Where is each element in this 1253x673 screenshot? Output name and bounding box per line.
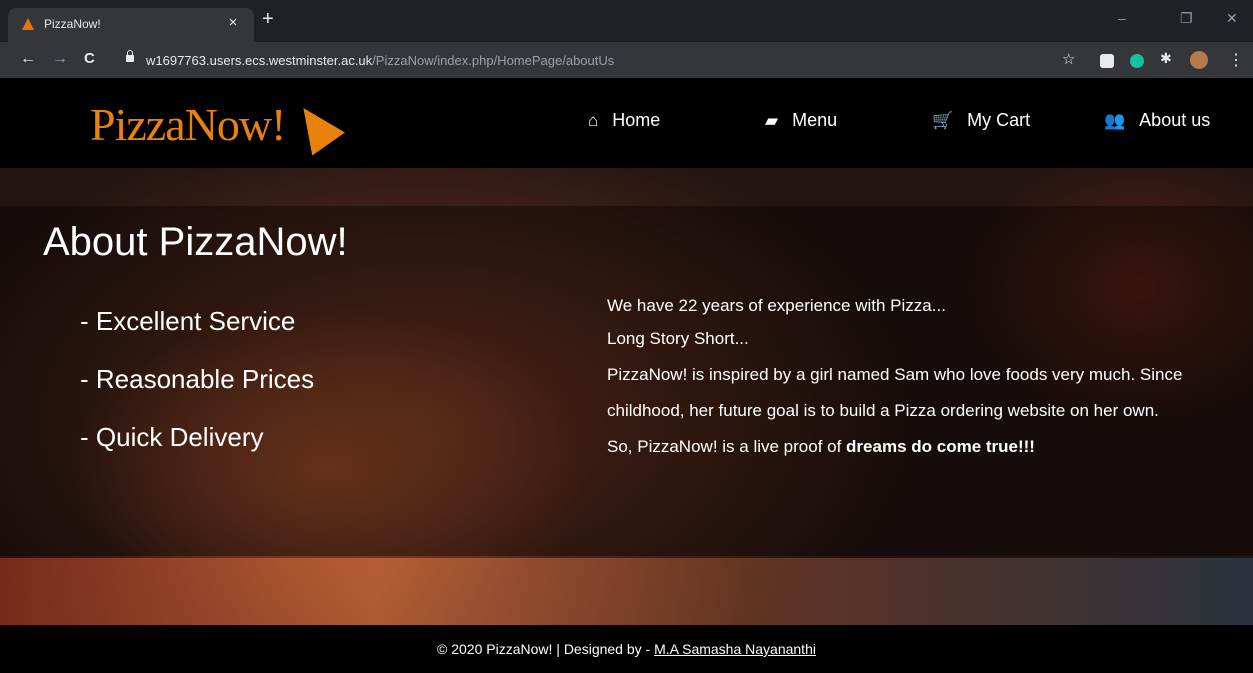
pizza-image-strip — [0, 558, 1253, 625]
nav-my-cart[interactable]: 🛒 My Cart — [932, 110, 1030, 131]
users-icon: 👥 — [1104, 110, 1126, 130]
story-paragraph: PizzaNow! is inspired by a girl named Sa… — [607, 365, 1183, 456]
new-tab-button[interactable]: + — [262, 9, 274, 29]
browser-tab[interactable]: PizzaNow! × — [8, 8, 254, 42]
minimize-button[interactable]: – — [1118, 10, 1126, 26]
back-icon[interactable]: ← — [20, 50, 36, 68]
site-header: PizzaNow! ⌂ Home ▰ Menu 🛒 My Cart 👥 Abou… — [0, 78, 1253, 168]
story-line-experience: We have 22 years of experience with Pizz… — [607, 296, 946, 315]
home-icon: ⌂ — [588, 110, 599, 130]
restore-button[interactable]: ❐ — [1180, 10, 1193, 27]
extensions-puzzle-icon[interactable]: ✱ — [1160, 50, 1172, 67]
reload-icon[interactable]: C — [84, 50, 95, 67]
lock-icon — [126, 50, 134, 62]
avatar[interactable] — [1190, 51, 1208, 69]
feature-item: - Reasonable Prices — [80, 364, 315, 394]
site-footer: © 2020 PizzaNow! | Designed by - M.A Sam… — [0, 625, 1253, 666]
bookmark-star-icon[interactable]: ☆ — [1062, 50, 1075, 68]
url-text: w1697763.users.ecs.westminster.ac.uk/Piz… — [146, 53, 615, 68]
nav-home[interactable]: ⌂ Home — [588, 110, 660, 131]
menu-kebab-icon[interactable]: ⋮ — [1228, 50, 1244, 70]
cart-icon: 🛒 — [932, 110, 954, 130]
feature-list: - Excellent Service - Reasonable Prices … — [80, 306, 314, 480]
about-hero-background: About PizzaNow! - Excellent Service - Re… — [0, 168, 1253, 625]
forward-icon[interactable]: → — [52, 50, 68, 68]
address-bar[interactable]: w1697763.users.ecs.westminster.ac.uk/Piz… — [118, 47, 1088, 73]
about-story: We have 22 years of experience with Pizz… — [607, 296, 1187, 465]
browser-toolbar: ← → C w1697763.users.ecs.westminster.ac.… — [0, 42, 1253, 78]
feature-item: - Quick Delivery — [80, 422, 264, 452]
book-icon: ▰ — [765, 110, 779, 130]
site-logo[interactable]: PizzaNow! — [90, 98, 286, 151]
tab-close-icon[interactable]: × — [224, 14, 242, 31]
copyright-text: © 2020 PizzaNow! | Designed by - — [437, 641, 655, 657]
story-line-short: Long Story Short... — [607, 329, 749, 348]
feature-item: - Excellent Service — [80, 306, 296, 336]
designer-link[interactable]: M.A Samasha Nayananthi — [654, 641, 816, 657]
tab-title: PizzaNow! — [44, 17, 101, 31]
browser-tabstrip: PizzaNow! × + – ❐ ✕ — [0, 0, 1253, 42]
reader-extension-icon[interactable] — [1100, 54, 1114, 68]
pizza-favicon-icon — [22, 18, 34, 30]
grammarly-icon[interactable] — [1130, 54, 1144, 68]
nav-about-us[interactable]: 👥 About us — [1104, 110, 1210, 131]
story-highlight: dreams do come true!!! — [846, 437, 1035, 456]
close-window-button[interactable]: ✕ — [1226, 10, 1238, 27]
nav-menu[interactable]: ▰ Menu — [765, 110, 837, 131]
pizza-slice-icon — [286, 96, 346, 156]
page-title: About PizzaNow! — [43, 220, 348, 264]
